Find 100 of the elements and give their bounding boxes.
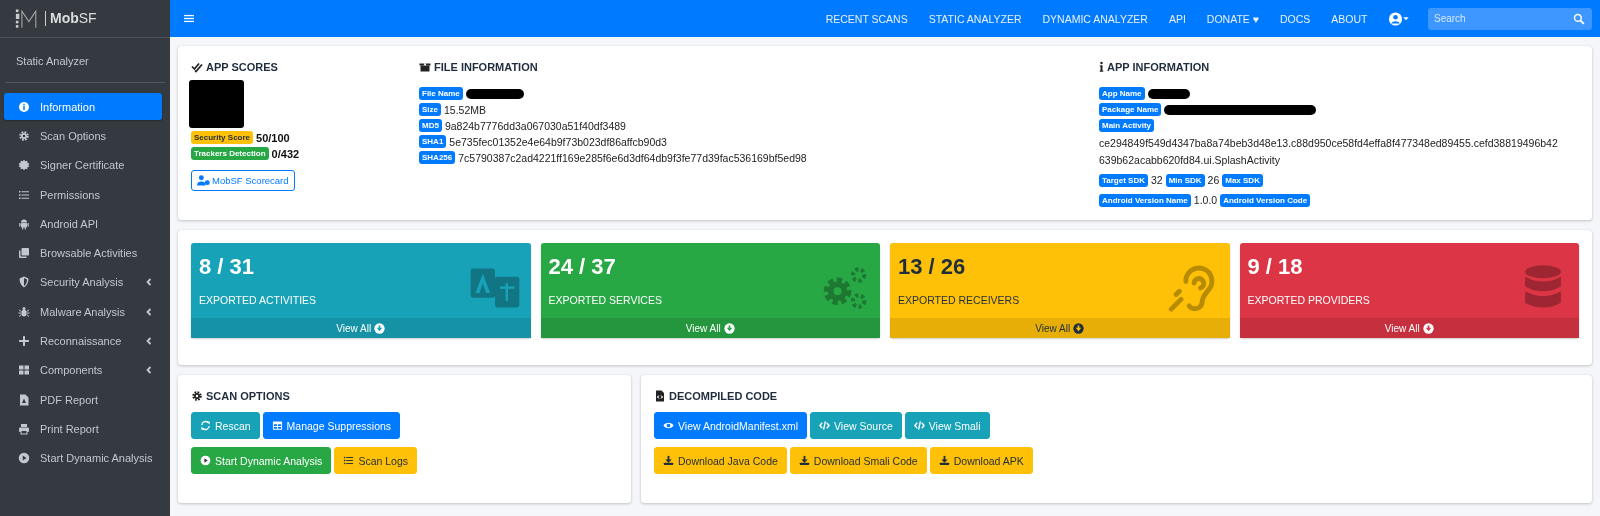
nav-link[interactable]: API [1158,12,1197,25]
sidebar-item[interactable]: Malware Analysis [4,298,162,326]
stat-label: EXPORTED PROVIDERS [1247,294,1370,306]
view-all-link[interactable]: View All [890,318,1230,338]
sidebar-item[interactable]: PDF Report [4,385,162,414]
nav-link[interactable]: RECENT SCANS [815,12,919,25]
shield-icon [18,276,30,289]
field-label: SHA1 [419,135,447,148]
sidebar-heading: Static Analyzer [5,38,165,83]
field-label: Android Version Code [1220,194,1311,207]
action-button[interactable]: Download Smali Code [789,447,927,474]
nav-link[interactable]: STATIC ANALYZER [918,12,1032,25]
play-icon [18,452,30,465]
settings-icon [18,129,30,142]
section-title: APP SCORES [206,61,278,73]
arrow-down-circle-icon [1073,322,1085,334]
stat-value: 24 / 37 [548,254,617,280]
info-icon [18,100,30,113]
code-icon [819,420,831,431]
printer-icon [18,422,30,435]
stat-value: 13 / 26 [898,254,967,280]
redaction-bar [1147,88,1190,99]
sidebar-item[interactable]: Security Analysis [4,268,162,297]
sidebar-item[interactable]: Browsable Activities [4,239,162,267]
sidebar-item[interactable]: Information [4,93,162,121]
download-icon [663,455,674,466]
settings-icon [191,390,203,402]
field-value: 7c5790387c2ad4221ff169e285f6e6d3df64db9f3fe77d39fac536169bf5ed98 [458,151,807,164]
sidebar-item[interactable]: Start Dynamic Analysis [4,444,162,472]
redaction-bar [465,88,524,99]
double-check-icon [191,61,203,73]
nav-link[interactable]: DONATE ♥ [1196,12,1270,25]
field-label: Package Name [1099,103,1162,116]
stat-label: EXPORTED SERVICES [548,294,662,306]
field-label: Size [419,103,441,116]
arrow-down-circle-icon [374,322,386,334]
action-button[interactable]: Download Java Code [654,447,787,474]
score-badge: Trackers Detection [191,147,269,160]
download-icon [798,455,810,466]
grid-icon [18,364,30,377]
user-icon [197,175,210,186]
sidebar-item[interactable]: Signer Certificate [4,151,162,179]
field-label: App Name [1099,87,1145,100]
field-label: SHA256 [419,151,456,164]
info-icon [1099,61,1104,73]
stat-value: 8 / 31 [199,254,256,280]
action-button[interactable]: View AndroidManifest.xml [654,412,808,439]
field-label: Main Activity [1099,119,1155,132]
sidebar-item[interactable]: Scan Options [4,122,162,150]
scorecard-button[interactable]: MobSF Scorecard [191,170,295,191]
copy-icon [18,247,30,260]
sidebar-item[interactable]: Print Report [4,415,162,443]
section-title: SCAN OPTIONS [206,390,290,402]
nav-link[interactable]: DOCS [1269,12,1321,25]
box-icon [419,61,431,73]
score-value: 50/100 [256,131,290,144]
view-all-link[interactable]: View All [1239,318,1579,338]
nav-link[interactable]: ABOUT [1320,12,1378,25]
pdf-file-icon [18,393,30,406]
score-badge: Security Score [191,131,254,144]
view-all-link[interactable]: View All [191,318,531,338]
sidebar-item[interactable]: Permissions [4,180,162,209]
stat-label: EXPORTED RECEIVERS [898,294,1020,306]
download-icon [938,455,950,466]
search-icon[interactable] [1573,12,1585,25]
section-title: FILE INFORMATION [434,61,538,73]
code-icon [913,420,925,431]
action-button[interactable]: Manage Suppressions [262,412,401,439]
sidebar-item[interactable]: Components [4,356,162,384]
menu-icon[interactable] [184,14,194,23]
view-all-link[interactable]: View All [540,318,880,338]
score-value: 0/432 [271,147,300,160]
arrow-down-circle-icon [723,322,735,334]
sidebar-item[interactable]: Reconnaissance [4,327,162,355]
brand-name[interactable]: MobSF [45,11,97,26]
field-value: 1.0.0 [1193,193,1218,208]
field-value: 9a824b7776dd3a067030a51f40df3489 [444,119,626,132]
field-label: Target SDK [1099,174,1148,187]
list-icon [343,455,355,466]
field-label: Android Version Name [1099,194,1191,207]
field-value: 15.52MB [444,103,487,116]
field-value: 32 [1150,173,1163,188]
sidebar-item[interactable]: Android API [4,210,162,238]
code-file-icon [654,390,666,402]
plus-icon [18,335,30,347]
search-field[interactable]: Search [1428,7,1592,30]
action-button[interactable]: Scan Logs [334,447,417,474]
field-label: Min SDK [1165,174,1205,187]
eye-icon [663,420,674,431]
bug-icon [18,305,30,318]
field-label: File Name [419,87,463,100]
field-value: 5e735fec01352e4e64b9f73b023df86affcb90d3 [449,135,667,148]
play-icon [200,455,211,466]
section-title: DECOMPILED CODE [669,390,778,402]
nav-link[interactable]: DYNAMIC ANALYZER [1032,12,1159,25]
list-icon [18,188,30,201]
action-button[interactable]: Download APK [929,447,1033,474]
table-icon [271,420,283,431]
field-label: MD5 [419,119,442,132]
stat-label: EXPORTED ACTIVITIES [199,294,317,306]
